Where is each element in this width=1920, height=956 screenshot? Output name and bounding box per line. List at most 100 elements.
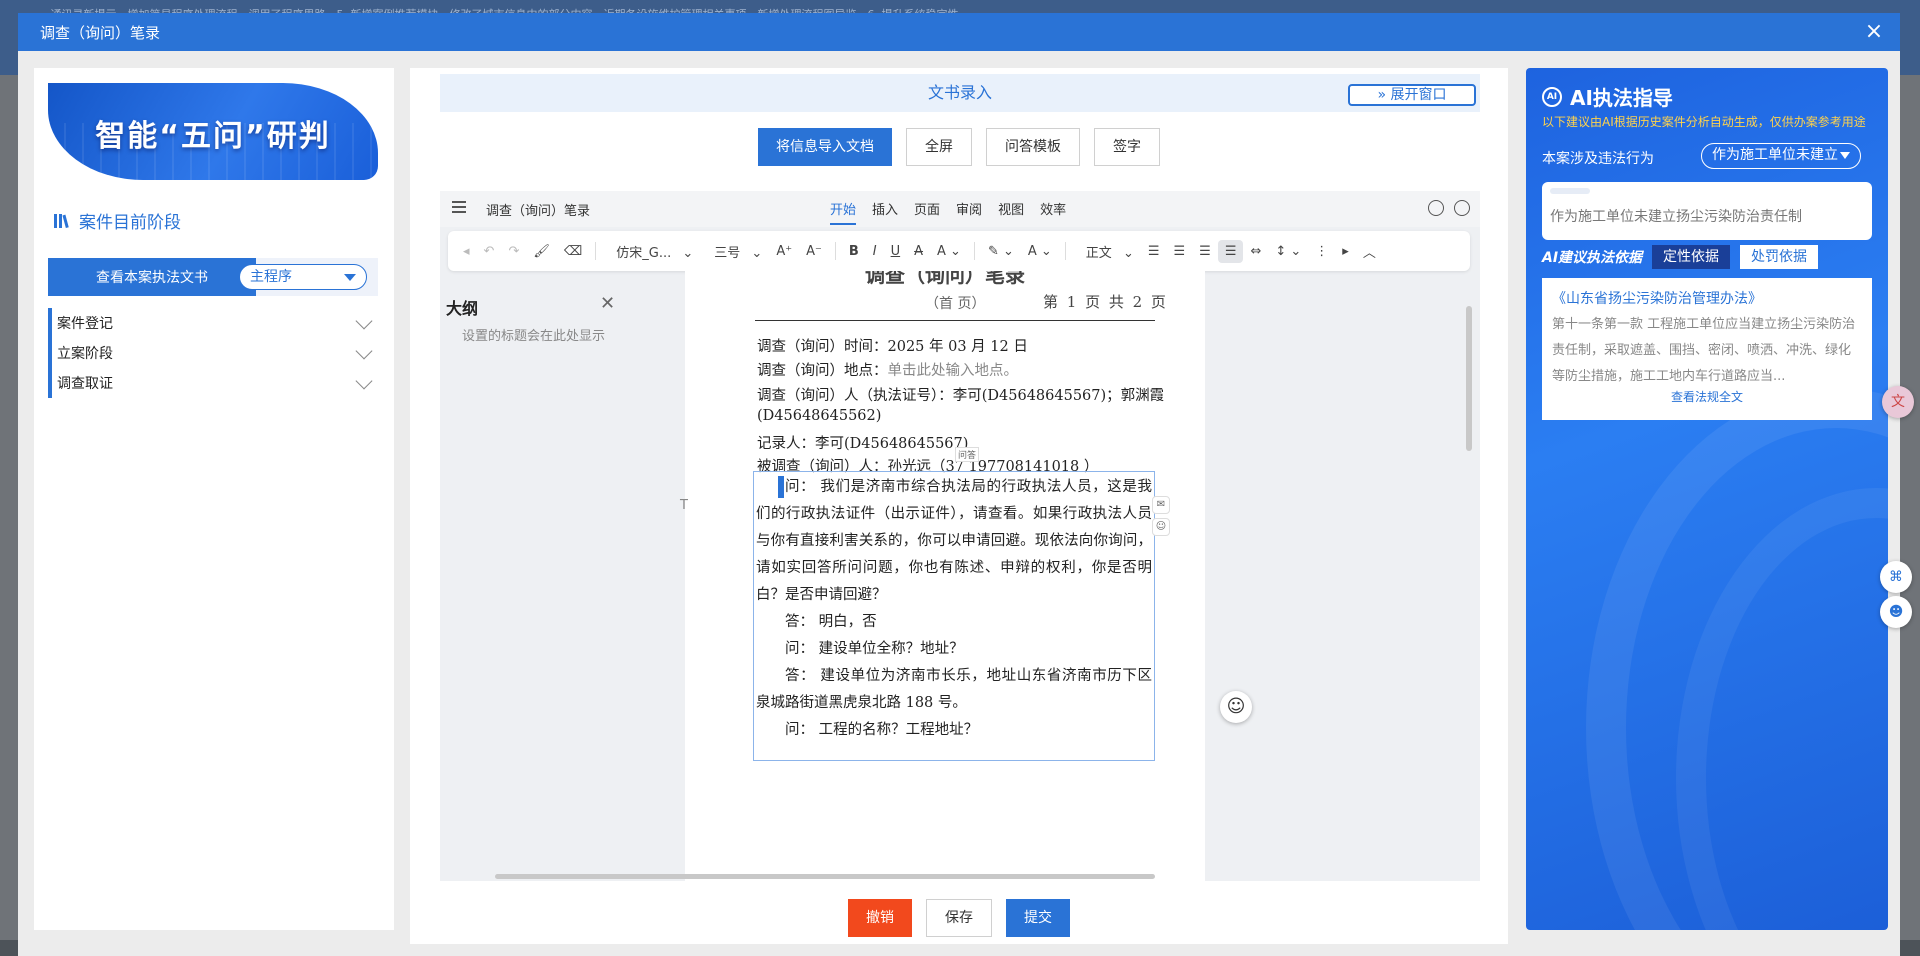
tree-item-investigation[interactable]: 调查取证 [48, 368, 378, 398]
more-icon[interactable]: ⋮ [1308, 244, 1335, 259]
format-painter-icon[interactable]: 🖌 [526, 244, 557, 259]
qa-answer: 答： 明白，否 [785, 614, 877, 630]
menu-tab-insert[interactable]: 插入 [872, 199, 898, 225]
next-icon[interactable]: ▸ [1335, 244, 1356, 259]
tag-placeholder [1550, 188, 1590, 194]
behavior-detail: 作为施工单位未建立扬尘污染防治责任制 [1542, 182, 1872, 240]
align-right-icon[interactable]: ☰ [1192, 244, 1218, 259]
font-size-select[interactable]: 三号 ⌄ [700, 242, 769, 261]
editor-topbar: 调查（询问）笔录 开始 插入 页面 审阅 视图 效率 [440, 191, 1480, 227]
qa-badge[interactable]: 问答 [955, 447, 980, 462]
behavior-select-value: 作为施工单位未建立 [1712, 147, 1838, 163]
tree-item-case-registration[interactable]: 案件登记 [48, 308, 378, 338]
tree-item-filing[interactable]: 立案阶段 [48, 338, 378, 368]
qualitative-basis-tab[interactable]: 定性依据 [1652, 245, 1731, 269]
menu-tab-efficiency[interactable]: 效率 [1040, 199, 1066, 225]
ai-title-text: AI执法指导 [1570, 86, 1673, 110]
doc-first-page-label: （首 页） [925, 296, 986, 312]
doc-title: 调查（询问）笔录 [865, 271, 1025, 287]
share-icon[interactable] [1428, 200, 1444, 216]
penalty-basis-tab[interactable]: 处罚依据 [1740, 245, 1819, 269]
align-left-icon[interactable]: ☰ [1141, 244, 1167, 259]
divider [595, 242, 597, 260]
close-icon[interactable]: × [1862, 20, 1886, 44]
close-outline-icon[interactable]: ✕ [600, 293, 615, 314]
cloud-icon[interactable] [1454, 200, 1470, 216]
menu-tab-view[interactable]: 视图 [998, 199, 1024, 225]
assistant-avatar-icon[interactable]: ☺ [1220, 691, 1252, 723]
font-size-value: 三号 [714, 245, 741, 261]
view-full-law-link[interactable]: 查看法规全文 [1552, 388, 1862, 405]
font-family-select[interactable]: 仿宋_G... ⌄ [602, 242, 700, 261]
divider [1064, 242, 1066, 260]
document-entry-title: 文书录入 [927, 83, 992, 102]
qa-template-button[interactable]: 问答模板 [986, 128, 1080, 166]
case-stage-heading: 案件目前阶段 [53, 208, 181, 233]
doc-inquirer-line-2: (D45648645562) [757, 408, 882, 424]
prev-icon[interactable]: ◂ [456, 244, 477, 259]
collapse-toolbar-icon[interactable]: ︿ [1356, 242, 1383, 261]
doc-place-placeholder[interactable]: 单击此处输入地点。 [888, 363, 1019, 379]
paragraph-style-select[interactable]: 正文 ⌄ [1072, 242, 1141, 261]
outline-title: 大纲 [446, 299, 479, 318]
menu-tab-page[interactable]: 页面 [914, 199, 940, 225]
shrink-font-icon[interactable]: A⁻ [799, 244, 829, 259]
expand-window-button[interactable]: » 展开窗口 [1348, 84, 1476, 106]
document-editor: 调查（询问）笔录 开始 插入 页面 审阅 视图 效率 ◂ ↶ ↷ 🖌 ⌫ 仿宋_… [440, 191, 1480, 881]
view-case-docs-button[interactable]: 查看本案执法文书 [48, 258, 256, 296]
line-spacing-icon[interactable]: ↕ ⌄ [1268, 244, 1308, 259]
text-effect-icon[interactable]: A ⌄ [930, 244, 968, 259]
doc-place-line[interactable]: 调查（询问）地点：单击此处输入地点。 [757, 359, 1018, 380]
emoji-icon[interactable]: ☺ [1152, 518, 1170, 536]
justify-icon[interactable]: ☰ [1217, 239, 1244, 263]
grid-icon[interactable]: ⌘ [1880, 561, 1912, 593]
grow-font-icon[interactable]: A⁺ [769, 244, 799, 259]
sign-button[interactable]: 签字 [1094, 128, 1160, 166]
eraser-icon[interactable]: ⌫ [557, 244, 589, 259]
document-page[interactable]: 调查（询问）笔录 （首 页） 第 1 页 共 2 页 调查（询问）时间：2025… [685, 271, 1205, 881]
align-center-icon[interactable]: ☰ [1167, 244, 1193, 259]
font-color-icon[interactable]: A ⌄ [1021, 244, 1059, 259]
menu-tab-start[interactable]: 开始 [830, 199, 857, 225]
bold-icon[interactable]: B [842, 244, 866, 259]
outline-panel: 大纲 ✕ 设置的标题会在此处显示 [440, 271, 640, 881]
chevron-down-icon [355, 342, 373, 360]
robot-icon[interactable]: ☻ [1880, 596, 1912, 628]
cancel-button[interactable]: 撤销 [848, 899, 912, 937]
menu-icon[interactable] [452, 201, 466, 213]
behavior-select[interactable]: 作为施工单位未建立 [1701, 143, 1861, 169]
submit-button[interactable]: 提交 [1006, 899, 1070, 937]
horizontal-scrollbar[interactable] [495, 874, 1155, 879]
ai-banner[interactable]: 智能“五问”研判 [48, 83, 378, 180]
strikethrough-icon[interactable]: A [907, 244, 930, 259]
block-handle[interactable] [778, 476, 784, 498]
menu-tab-review[interactable]: 审阅 [956, 199, 982, 225]
translate-icon[interactable]: 文 [1882, 386, 1914, 418]
fullscreen-button[interactable]: 全屏 [906, 128, 972, 166]
qa-content-block[interactable]: 问： 我们是济南市综合执法局的行政执法人员，这是我们的行政执法证件（出示证件），… [753, 471, 1155, 761]
qa-answer: 答： 建设单位为济南市长乐，地址山东省济南市历下区泉城路街道黑虎泉北路 188 … [756, 668, 1152, 711]
basis-row: AI建议执法依据 定性依据 处罚依据 [1542, 245, 1819, 269]
underline-icon[interactable]: U [884, 244, 908, 259]
case-stage-label: 案件目前阶段 [79, 213, 181, 233]
vertical-scrollbar[interactable] [1466, 306, 1472, 451]
left-panel: 智能“五问”研判 案件目前阶段 查看本案执法文书 主程序 案件登记 立案阶段 调… [34, 68, 394, 930]
highlight-icon[interactable]: ✎ ⌄ [981, 244, 1021, 259]
undo-icon[interactable]: ↶ [477, 244, 502, 259]
distribute-icon[interactable]: ⇔ [1243, 244, 1268, 259]
format-toolbar: ◂ ↶ ↷ 🖌 ⌫ 仿宋_G... ⌄ 三号 ⌄ A⁺ A⁻ B I U A A… [448, 231, 1470, 271]
qa-question: 问： 工程的名称？工程地址？ [785, 722, 979, 738]
import-info-button[interactable]: 将信息导入文档 [758, 128, 892, 166]
redo-icon[interactable]: ↷ [501, 244, 526, 259]
expand-window-label: 展开窗口 [1390, 87, 1447, 103]
law-card: 《山东省扬尘污染防治管理办法》 第十一条第一款 工程施工单位应当建立扬尘污染防治… [1542, 278, 1872, 420]
save-button[interactable]: 保存 [926, 899, 992, 937]
program-select[interactable]: 主程序 [239, 264, 367, 290]
chevron-down-icon [355, 372, 373, 390]
ai-disclaimer: 以下建议由AI根据历史案件分析自动生成，仅供办案参考用途 [1542, 115, 1866, 129]
law-title[interactable]: 《山东省扬尘污染防治管理办法》 [1552, 288, 1862, 308]
italic-icon[interactable]: I [866, 244, 884, 259]
outline-hint: 设置的标题会在此处显示 [462, 329, 606, 344]
record-modal: 调查（询问）笔录 × 智能“五问”研判 案件目前阶段 查看本案执法文书 主程序 … [18, 13, 1914, 956]
comment-icon[interactable]: ✉ [1152, 496, 1170, 514]
